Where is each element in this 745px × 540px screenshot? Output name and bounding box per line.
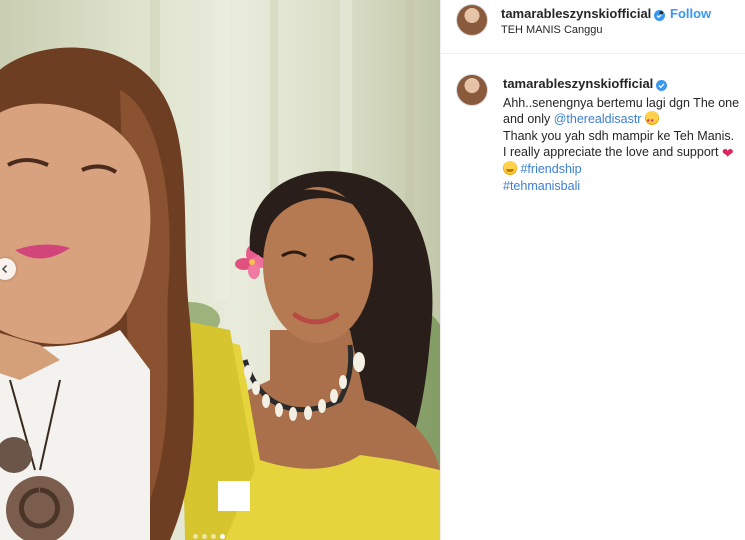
- red-heart-emoji-icon: ❤: [721, 145, 734, 162]
- instagram-post: tamarableszynskiofficial • Follow TEH MA…: [0, 0, 745, 540]
- carousel-dot-active: [220, 534, 225, 539]
- hashtag-tehmanisbali[interactable]: #tehmanisbali: [503, 179, 580, 193]
- author-username[interactable]: tamarableszynskiofficial: [501, 6, 666, 21]
- carousel-dot: [193, 534, 198, 539]
- caption-username-text[interactable]: tamarableszynskiofficial: [503, 76, 653, 91]
- author-username-text[interactable]: tamarableszynskiofficial: [501, 6, 651, 21]
- caption-avatar[interactable]: [456, 74, 488, 106]
- post-photo[interactable]: [0, 0, 440, 540]
- caption-text: tamarableszynskiofficial Ahh..senengnya …: [503, 76, 741, 194]
- post-side-panel: tamarableszynskiofficial • Follow TEH MA…: [440, 0, 745, 540]
- verified-badge-icon: [656, 80, 668, 91]
- location-link[interactable]: TEH MANIS Canggu: [501, 24, 602, 36]
- avatar[interactable]: [456, 4, 488, 36]
- separator-dot: •: [659, 5, 664, 20]
- post-header: tamarableszynskiofficial • Follow TEH MA…: [441, 0, 745, 54]
- caption-body-2: Thank you yah sdh mampir ke Teh Manis. I…: [503, 128, 735, 160]
- carousel-dots: [193, 534, 225, 539]
- carousel-dot: [202, 534, 207, 539]
- media-tag-indicator[interactable]: [218, 481, 250, 511]
- caption-username[interactable]: tamarableszynskiofficial: [503, 76, 668, 93]
- photo-illustration: [0, 0, 440, 540]
- chevron-left-icon: [1, 264, 8, 274]
- follow-button[interactable]: Follow: [670, 6, 711, 21]
- hugging-face-emoji-icon: [503, 160, 517, 175]
- hashtag-friendship[interactable]: #friendship: [520, 162, 581, 176]
- carousel-dot: [211, 534, 216, 539]
- star-struck-emoji-icon: [644, 111, 659, 130]
- mention-link[interactable]: @therealdisastr: [554, 112, 642, 126]
